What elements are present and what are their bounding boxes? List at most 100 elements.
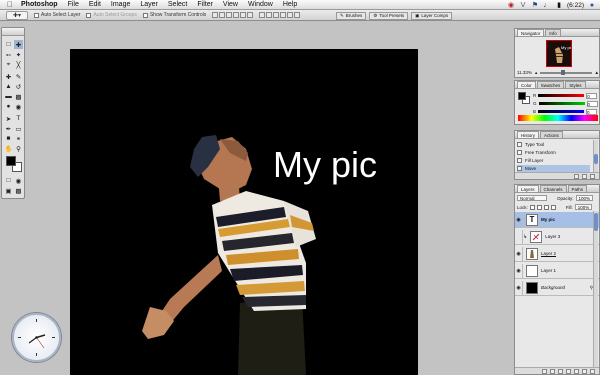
distribute-top-icon[interactable] — [259, 12, 266, 18]
color-blue-slider[interactable] — [538, 110, 585, 113]
history-item-selected[interactable]: Move — [517, 165, 590, 172]
lock-transparency-icon[interactable] — [529, 204, 535, 210]
align-right-icon[interactable] — [247, 12, 254, 18]
menu-filter[interactable]: Filter — [192, 0, 218, 10]
well-tab-layer-comps[interactable]: ▣ Layer Comps — [411, 11, 453, 20]
tool-preset-picker[interactable]: ✚▾ — [6, 10, 28, 20]
zoom-in-icon[interactable]: ▲ — [595, 70, 599, 75]
eye-icon[interactable]: ◉ — [515, 280, 523, 295]
color-red-slider[interactable] — [538, 94, 585, 97]
link-layers-icon[interactable] — [542, 368, 547, 374]
history-brush-tool-icon[interactable]: ↺ — [14, 82, 23, 91]
marquee-tool-icon[interactable]: □ — [4, 40, 13, 49]
sync-icon[interactable]: ◉ — [507, 2, 515, 9]
standard-mode-icon[interactable]: □ — [4, 176, 13, 185]
layer-row-layer-1[interactable]: ◉ Layer 1 — [515, 263, 599, 279]
align-bottom-icon[interactable] — [226, 12, 233, 18]
tab-paths[interactable]: Paths — [567, 185, 588, 192]
document-canvas[interactable]: My pic — [70, 49, 418, 375]
tab-styles[interactable]: Styles — [565, 81, 586, 88]
new-snapshot-icon[interactable] — [582, 173, 587, 179]
layer-row-layer-2[interactable]: ◉ Layer 2 — [515, 246, 599, 262]
layers-scrollbar[interactable] — [593, 211, 598, 367]
gradient-tool-icon[interactable]: ▩ — [14, 92, 23, 101]
menu-layer[interactable]: Layer — [135, 0, 163, 10]
quick-mask-mode-icon[interactable]: ◉ — [14, 176, 23, 185]
apple-menu-icon[interactable]:  — [4, 0, 16, 10]
show-transform-controls-checkbox[interactable] — [142, 12, 148, 18]
show-transform-controls-option[interactable]: Show Transform Controls — [142, 12, 206, 18]
menu-help[interactable]: Help — [278, 0, 302, 10]
magic-wand-tool-icon[interactable]: ✦ — [14, 50, 23, 59]
navigator-preview[interactable]: My pic — [546, 40, 573, 67]
layer-row-background[interactable]: ◉ Background ⚲ — [515, 280, 599, 296]
layer-style-icon[interactable] — [550, 368, 555, 374]
auto-select-groups-checkbox[interactable] — [86, 12, 92, 18]
dodge-tool-icon[interactable]: ◉ — [14, 102, 23, 111]
history-item[interactable]: Fill Layer — [517, 157, 590, 164]
zoom-tool-icon[interactable]: ⚲ — [14, 144, 23, 153]
history-scroll-thumb[interactable] — [594, 154, 598, 164]
menu-edit[interactable]: Edit — [84, 0, 106, 10]
zoom-slider[interactable] — [540, 69, 592, 75]
new-group-icon[interactable] — [566, 368, 571, 374]
align-middle-icon[interactable] — [219, 12, 226, 18]
distribute-middle-icon[interactable] — [266, 12, 273, 18]
color-spectrum-bar[interactable] — [518, 115, 598, 121]
tab-history[interactable]: History — [517, 131, 540, 138]
lock-position-icon[interactable] — [543, 204, 549, 210]
blend-mode-select[interactable]: Normal — [517, 195, 547, 201]
auto-select-layer-checkbox[interactable] — [34, 12, 39, 18]
auto-select-layer-option[interactable]: Auto Select Layer — [34, 12, 80, 18]
lock-all-icon[interactable] — [550, 204, 556, 210]
distribute-center-icon[interactable] — [287, 12, 294, 18]
auto-select-groups-option[interactable]: Auto Select Groups — [86, 12, 137, 18]
pen-tool-icon[interactable]: ✒ — [4, 124, 13, 133]
align-top-icon[interactable] — [212, 12, 219, 18]
move-tool-icon[interactable]: ✚ — [14, 40, 23, 49]
eye-icon[interactable]: ◉ — [515, 246, 523, 261]
notes-tool-icon[interactable]: ■ — [4, 134, 13, 143]
tab-swatches[interactable]: Swatches — [536, 81, 565, 88]
battery-icon[interactable]: ▮ — [555, 2, 563, 9]
menu-select[interactable]: Select — [163, 0, 192, 10]
color-blue-value[interactable]: 0 — [586, 108, 598, 115]
bluetooth-icon[interactable]: ᐯ — [519, 2, 527, 9]
color-green-slider[interactable] — [538, 102, 585, 105]
my-pic-text-layer[interactable]: My pic — [273, 145, 377, 185]
screen-mode-standard-icon[interactable]: ▣ — [4, 186, 13, 195]
toolbox-title-bar[interactable] — [2, 28, 24, 36]
shape-tool-icon[interactable]: ▭ — [14, 124, 23, 133]
eye-icon[interactable]: ◉ — [515, 212, 523, 227]
flag-icon[interactable]: ⚑ — [531, 2, 539, 9]
tab-color[interactable]: Color — [517, 81, 536, 88]
color-foreground-swatch[interactable] — [518, 92, 526, 100]
tab-channels[interactable]: Channels — [539, 185, 567, 192]
eraser-tool-icon[interactable]: ▬ — [4, 92, 13, 101]
new-document-from-state-icon[interactable] — [574, 173, 579, 179]
adjustment-layer-icon[interactable] — [574, 368, 579, 374]
tab-info[interactable]: Info — [545, 29, 561, 36]
slice-tool-icon[interactable]: ╳ — [14, 60, 23, 69]
clone-stamp-tool-icon[interactable]: ▲ — [4, 82, 13, 91]
zoom-slider-knob[interactable] — [560, 69, 565, 75]
tab-layers[interactable]: Layers — [517, 185, 539, 192]
layer-mask-icon[interactable] — [558, 368, 563, 374]
well-tab-brushes[interactable]: ✎ Brushes — [336, 11, 367, 20]
type-tool-icon[interactable]: T — [14, 114, 23, 123]
fill-field[interactable]: 100% — [574, 204, 593, 210]
distribute-left-icon[interactable] — [280, 12, 287, 18]
layer-row-my-pic[interactable]: ◉ T My pic — [515, 212, 599, 228]
new-layer-icon[interactable] — [582, 368, 587, 374]
tab-navigator[interactable]: Navigator — [517, 29, 545, 36]
zoom-out-icon[interactable]: ▴ — [535, 70, 537, 76]
crop-tool-icon[interactable]: ⌖ — [4, 60, 13, 69]
blur-tool-icon[interactable]: ● — [4, 102, 13, 111]
hand-tool-icon[interactable]: ✋ — [4, 144, 13, 153]
navigator-zoom-value[interactable]: 11.33% — [517, 70, 532, 75]
opacity-field[interactable]: 100% — [575, 195, 594, 201]
tab-actions[interactable]: Actions — [540, 131, 563, 138]
healing-brush-tool-icon[interactable]: ✚ — [4, 72, 13, 81]
color-green-value[interactable]: 0 — [586, 100, 598, 107]
lock-image-icon[interactable] — [536, 204, 542, 210]
